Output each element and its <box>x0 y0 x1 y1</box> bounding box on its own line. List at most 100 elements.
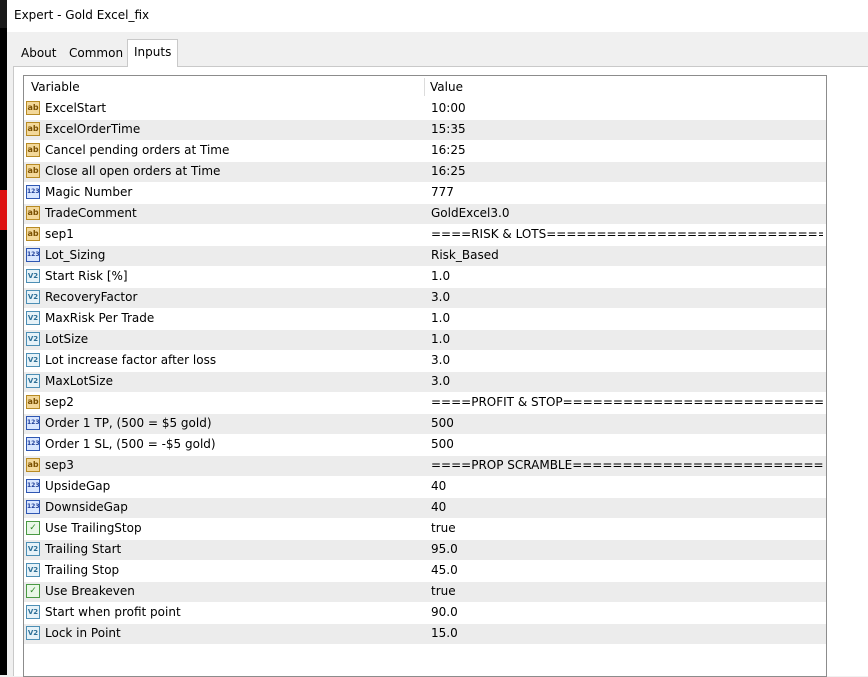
string-type-icon: ab <box>26 227 40 241</box>
variable-name: ExcelOrderTime <box>45 122 141 136</box>
variable-name: Use Breakeven <box>45 584 135 598</box>
input-row[interactable]: ab ExcelStart 10:00 <box>24 98 826 119</box>
input-row[interactable]: 123 Magic Number 777 <box>24 182 826 203</box>
string-type-icon: ab <box>26 101 40 115</box>
variable-name: Magic Number <box>45 185 133 199</box>
variable-value[interactable]: true <box>431 584 823 598</box>
column-header-value[interactable]: Value <box>430 80 463 94</box>
input-row[interactable]: V2 MaxLotSize 3.0 <box>24 371 826 392</box>
background-chart-strip <box>0 0 7 675</box>
string-type-icon: ab <box>26 122 40 136</box>
variable-value[interactable]: 1.0 <box>431 311 823 325</box>
variable-name: sep1 <box>45 227 74 241</box>
variable-value[interactable]: ====PROP SCRAMBLE=======================… <box>431 458 823 472</box>
input-row[interactable]: V2 Trailing Stop 45.0 <box>24 560 826 581</box>
variable-name: Trailing Start <box>45 542 122 556</box>
input-row[interactable]: ab ExcelOrderTime 15:35 <box>24 119 826 140</box>
variable-value[interactable]: Risk_Based <box>431 248 823 262</box>
variable-value[interactable]: 777 <box>431 185 823 199</box>
input-row[interactable]: V2 Trailing Start 95.0 <box>24 539 826 560</box>
variable-value[interactable]: 16:25 <box>431 143 823 157</box>
variable-value[interactable]: 15:35 <box>431 122 823 136</box>
variable-name: TradeComment <box>45 206 137 220</box>
variable-name: Trailing Stop <box>45 563 120 577</box>
input-row[interactable]: ab sep3 ====PROP SCRAMBLE=================… <box>24 455 826 476</box>
variable-value[interactable]: 90.0 <box>431 605 823 619</box>
variable-name: Order 1 SL, (500 = -$5 gold) <box>45 437 216 451</box>
input-row[interactable]: ✓ Use Breakeven true <box>24 581 826 602</box>
string-type-icon: ab <box>26 395 40 409</box>
input-row[interactable]: V2 Start when profit point 90.0 <box>24 602 826 623</box>
variable-value[interactable]: GoldExcel3.0 <box>431 206 823 220</box>
variable-value[interactable]: ====PROFIT & STOP=======================… <box>431 395 823 409</box>
integer-type-icon: 123 <box>26 248 40 262</box>
variable-value[interactable]: 1.0 <box>431 269 823 283</box>
variable-value[interactable]: true <box>431 521 823 535</box>
variable-name: Order 1 TP, (500 = $5 gold) <box>45 416 212 430</box>
variable-value[interactable]: 500 <box>431 437 823 451</box>
input-row[interactable]: V2 MaxRisk Per Trade 1.0 <box>24 308 826 329</box>
input-row[interactable]: ab sep2 ====PROFIT & STOP=================… <box>24 392 826 413</box>
variable-value[interactable]: 40 <box>431 479 823 493</box>
input-row[interactable]: V2 Lot increase factor after loss 3.0 <box>24 350 826 371</box>
tab-common[interactable]: Common <box>63 42 129 64</box>
input-row[interactable]: ab Close all open orders at Time 16:25 <box>24 161 826 182</box>
input-row[interactable]: 123 UpsideGap 40 <box>24 476 826 497</box>
input-row[interactable]: 123 Lot_Sizing Risk_Based <box>24 245 826 266</box>
inputs-grid: Variable Value ab ExcelStart 10:00 ab ExcelO… <box>23 75 827 677</box>
variable-value[interactable]: ====RISK & LOTS=========================… <box>431 227 823 241</box>
column-header-variable[interactable]: Variable <box>31 80 80 94</box>
variable-value[interactable]: 95.0 <box>431 542 823 556</box>
title-bar[interactable]: Expert - Gold Excel_fix <box>7 0 868 32</box>
input-row[interactable]: 123 Order 1 SL, (500 = -$5 gold) 500 <box>24 434 826 455</box>
input-row[interactable]: ab sep1 ====RISK & LOTS===================… <box>24 224 826 245</box>
string-type-icon: ab <box>26 458 40 472</box>
variable-name: sep3 <box>45 458 74 472</box>
input-row[interactable]: 123 Order 1 TP, (500 = $5 gold) 500 <box>24 413 826 434</box>
tab-inputs[interactable]: Inputs <box>127 39 179 67</box>
double-type-icon: V2 <box>26 374 40 388</box>
variable-value[interactable]: 3.0 <box>431 374 823 388</box>
variable-name: Lot increase factor after loss <box>45 353 217 367</box>
variable-name: sep2 <box>45 395 74 409</box>
double-type-icon: V2 <box>26 353 40 367</box>
expert-properties-dialog: Expert - Gold Excel_fix About Common Inp… <box>7 0 868 677</box>
input-row[interactable]: ab TradeComment GoldExcel3.0 <box>24 203 826 224</box>
variable-name: DownsideGap <box>45 500 128 514</box>
background-strip-red-marker <box>0 190 7 230</box>
double-type-icon: V2 <box>26 626 40 640</box>
variable-name: MaxRisk Per Trade <box>45 311 155 325</box>
variable-name: Cancel pending orders at Time <box>45 143 230 157</box>
input-row[interactable]: V2 Start Risk [%] 1.0 <box>24 266 826 287</box>
variable-value[interactable]: 3.0 <box>431 290 823 304</box>
tab-about[interactable]: About <box>15 42 62 64</box>
double-type-icon: V2 <box>26 563 40 577</box>
variable-value[interactable]: 1.0 <box>431 332 823 346</box>
inputs-panel: Variable Value ab ExcelStart 10:00 ab ExcelO… <box>13 66 868 677</box>
variable-name: UpsideGap <box>45 479 111 493</box>
string-type-icon: ab <box>26 143 40 157</box>
double-type-icon: V2 <box>26 542 40 556</box>
input-row[interactable]: V2 Lock in Point 15.0 <box>24 623 826 644</box>
variable-name: ExcelStart <box>45 101 107 115</box>
variable-value[interactable]: 500 <box>431 416 823 430</box>
variable-name: LotSize <box>45 332 89 346</box>
variable-value[interactable]: 16:25 <box>431 164 823 178</box>
input-row[interactable]: V2 LotSize 1.0 <box>24 329 826 350</box>
input-row[interactable]: ✓ Use TrailingStop true <box>24 518 826 539</box>
column-divider[interactable] <box>424 78 425 96</box>
input-row[interactable]: ab Cancel pending orders at Time 16:25 <box>24 140 826 161</box>
window-title: Expert - Gold Excel_fix <box>14 8 150 22</box>
variable-value[interactable]: 15.0 <box>431 626 823 640</box>
variable-value[interactable]: 3.0 <box>431 353 823 367</box>
tab-strip: About Common Inputs Variable Value ab Exc… <box>7 32 868 677</box>
input-row[interactable]: 123 DownsideGap 40 <box>24 497 826 518</box>
double-type-icon: V2 <box>26 311 40 325</box>
variable-value[interactable]: 40 <box>431 500 823 514</box>
grid-rows: ab ExcelStart 10:00 ab ExcelOrderTime 15:35 ab… <box>24 98 826 644</box>
input-row[interactable]: V2 RecoveryFactor 3.0 <box>24 287 826 308</box>
variable-value[interactable]: 45.0 <box>431 563 823 577</box>
integer-type-icon: 123 <box>26 416 40 430</box>
double-type-icon: V2 <box>26 269 40 283</box>
variable-value[interactable]: 10:00 <box>431 101 823 115</box>
